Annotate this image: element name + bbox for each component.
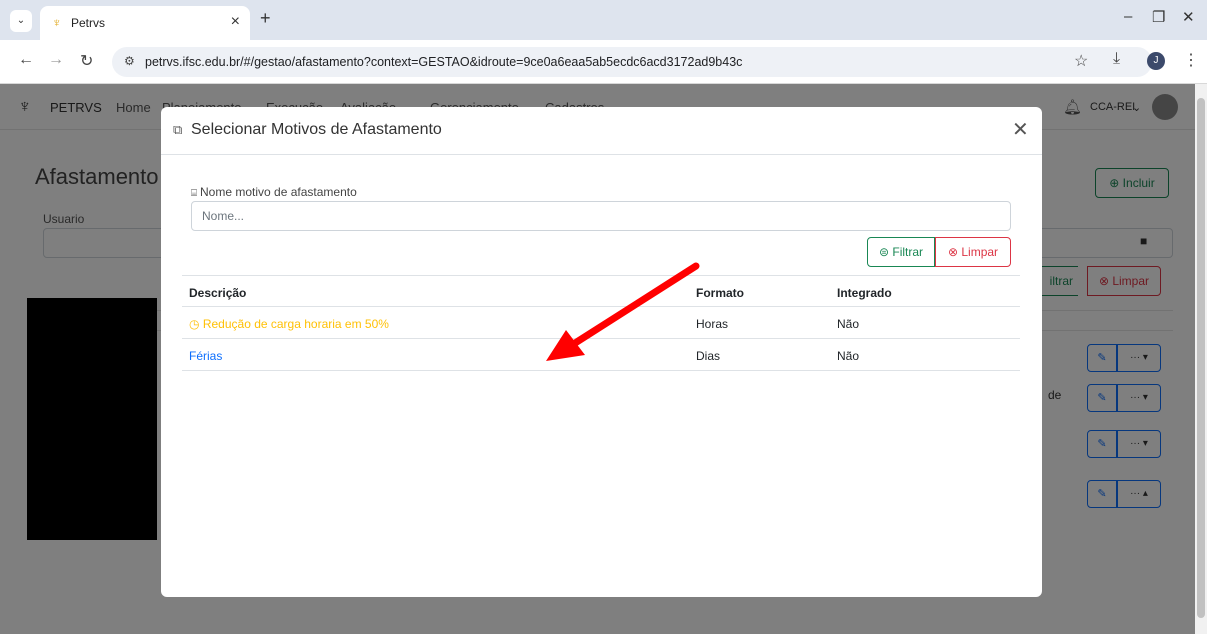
reload-icon[interactable]: ↻ [80,51,93,71]
address-bar-row: ← → ↻ ⚙ petrvs.ifsc.edu.br/#/gestao/afas… [0,40,1207,84]
browser-menu-icon[interactable]: ⋮ [1183,50,1199,70]
input-field-icon: ⌸ [191,188,197,199]
url-text[interactable]: petrvs.ifsc.edu.br/#/gestao/afastamento?… [145,55,742,69]
row-formato: Dias [696,349,721,363]
clear-icon: ⊗ [947,245,959,259]
back-icon[interactable]: ← [18,51,34,69]
minimize-button[interactable]: – [1124,8,1132,25]
col-formato[interactable]: Formato [696,286,744,300]
new-tab-button[interactable]: + [260,8,271,29]
bookmark-star-icon[interactable]: ☆ [1074,51,1088,71]
table-row[interactable]: ◷ Redução de carga horaria em 50% Horas … [182,307,1020,339]
clock-icon: ◷ [189,317,200,331]
tab-title: Petrvs [71,16,106,30]
limpar-label: Limpar [961,245,999,259]
filter-icon: ⊜ [878,245,890,259]
nome-motivo-label: ⌸ Nome motivo de afastamento [191,185,357,199]
tab-close-icon[interactable]: × [231,13,240,31]
browser-tab-strip: ⌄ ♆ Petrvs × + – ❐ ✕ [0,0,1207,40]
filtrar-label: Filtrar [892,245,924,259]
row-descricao-text: Redução de carga horaria em 50% [202,317,389,331]
row-formato: Horas [696,317,729,331]
page-scrollbar[interactable] [1195,84,1207,634]
table-header: Descrição Formato Integrado [182,275,1020,307]
scrollbar-thumb[interactable] [1197,98,1205,618]
restore-button[interactable]: ❐ [1152,8,1165,26]
site-info-icon[interactable]: ⚙ [124,54,135,68]
nome-motivo-label-text: Nome motivo de afastamento [200,185,357,199]
table-row[interactable]: Férias Dias Não [182,339,1020,371]
row-descricao[interactable]: Férias [189,349,222,363]
filtrar-button[interactable]: ⊜ Filtrar [867,237,935,267]
browser-tab[interactable]: ♆ Petrvs × [40,6,250,40]
forward-icon[interactable]: → [48,51,64,69]
limpar-button[interactable]: ⊗ Limpar [935,237,1011,267]
tab-search-button[interactable]: ⌄ [10,10,32,32]
app-page: ♆ PETRVS Home Planejamento Execução Aval… [0,84,1195,634]
modal-title: Selecionar Motivos de Afastamento [191,121,442,138]
profile-avatar-icon[interactable]: J [1147,52,1165,70]
external-link-icon: ⧉ [173,122,183,137]
nome-motivo-input[interactable] [191,201,1011,231]
row-integrado: Não [837,349,860,363]
download-icon[interactable]: ⤓ [1113,50,1120,68]
url-bar[interactable]: ⚙ petrvs.ifsc.edu.br/#/gestao/afastament… [112,47,1152,77]
close-window-button[interactable]: ✕ [1182,8,1195,26]
petrvs-favicon-icon: ♆ [52,15,62,30]
modal-header: ⧉ Selecionar Motivos de Afastamento ✕ [161,107,1042,155]
redacted-area [27,298,157,540]
col-integrado[interactable]: Integrado [837,286,892,300]
select-motivos-modal: ⧉ Selecionar Motivos de Afastamento ✕ ⌸ N… [161,107,1042,597]
row-descricao[interactable]: ◷ Redução de carga horaria em 50% [189,317,389,331]
col-descricao[interactable]: Descrição [189,286,246,300]
close-icon[interactable]: ✕ [1012,117,1029,142]
row-integrado: Não [837,317,860,331]
